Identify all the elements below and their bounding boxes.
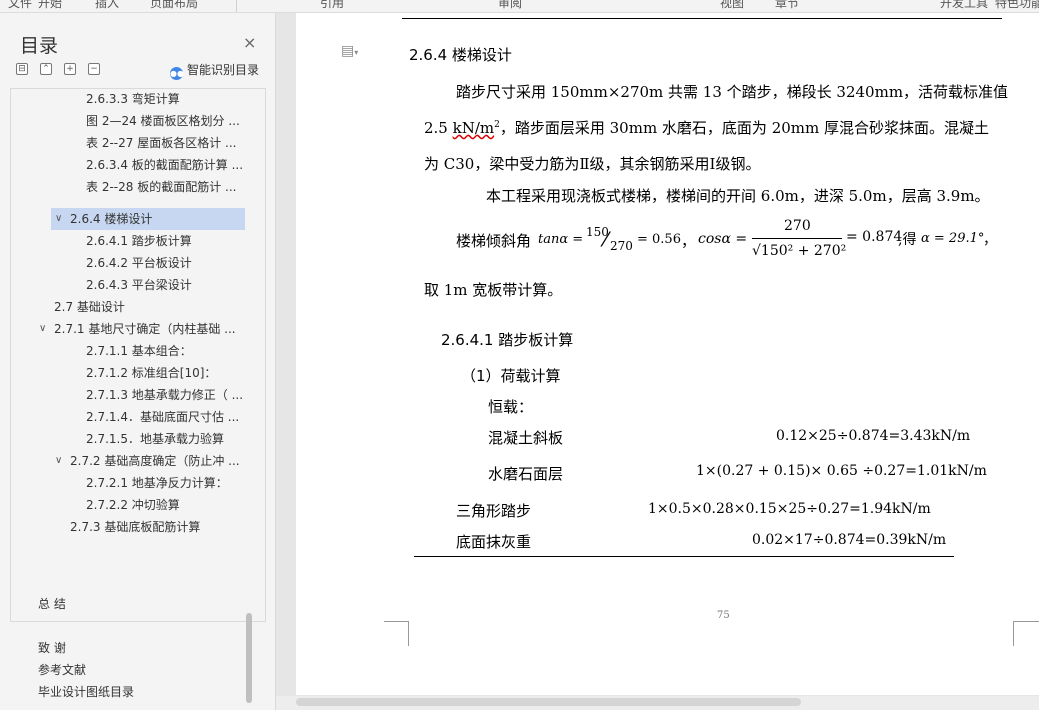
toolbar-item[interactable]: 视图 — [720, 0, 744, 11]
toolbar-item[interactable]: 开始 — [38, 0, 62, 11]
formula-tan: tanα = — [538, 232, 584, 247]
header-rule — [402, 18, 1002, 19]
text-span: 2.5 — [424, 119, 453, 137]
toolbar-item[interactable]: 特色功能 — [995, 0, 1039, 11]
toc-item[interactable]: 参考文献 — [38, 660, 86, 680]
document-icon[interactable]: ▤▾ — [341, 43, 358, 59]
toc-item[interactable]: 2.7.1.5．地基承载力验算 — [86, 429, 224, 449]
paragraph-line: 为 C30，梁中受力筋为Ⅱ级，其余钢筋采用Ⅰ级钢。 — [424, 155, 761, 173]
toc-item[interactable]: 表 2--27 屋面板各区格计 ... — [86, 133, 236, 153]
toc-item[interactable]: 2.7.3 基础底板配筋计算 — [70, 517, 200, 537]
toc-item[interactable]: 2.7.2.1 地基净反力计算： — [86, 473, 228, 493]
load-row-label: 混凝土斜板 — [488, 429, 564, 447]
sidebar-scrollbar[interactable] — [246, 613, 252, 703]
load-row-formula: 0.02×17÷0.874=0.39kN/m — [752, 532, 947, 548]
paragraph-line: 踏步尺寸采用 150mm×270m 共需 13 个踏步，梯段长 3240mm，活… — [456, 83, 1009, 101]
toolbar-item[interactable]: 文件 — [8, 0, 32, 11]
chevron-down-icon[interactable]: ∨ — [55, 451, 62, 471]
document-area: ▤▾ 2.6.4 楼梯设计 踏步尺寸采用 150mm×270m 共需 13 个踏… — [276, 13, 1039, 710]
collapse-all-icon[interactable]: ⊟ — [16, 63, 28, 75]
ai-icon: ●● — [170, 67, 184, 80]
load-row-formula: 0.12×25÷0.874=3.43kN/m — [776, 428, 971, 444]
sub-heading: 2.6.4.1 踏步板计算 — [441, 331, 574, 349]
close-icon[interactable]: × — [243, 33, 256, 52]
formula-cos-result: = 0.874 — [846, 229, 903, 245]
formula-tan-result: = 0.56 — [637, 232, 681, 247]
formula-cos: cosα = — [698, 231, 748, 247]
paragraph-line: 2.5 kN/m2，踏步面层采用 30mm 水磨石，底面为 20mm 厚混合砂浆… — [424, 117, 989, 138]
toolbar-item[interactable]: 页面布局 — [150, 0, 198, 11]
remove-icon[interactable]: − — [88, 63, 100, 75]
toc-item[interactable]: 2.7.1.1 基本组合： — [86, 341, 192, 361]
paragraph-line: 取 1m 宽板带计算。 — [424, 281, 563, 299]
toolbar-item[interactable]: 引用 — [320, 0, 344, 11]
footer-rule — [414, 556, 954, 557]
toolbar-item[interactable]: 审阅 — [498, 0, 522, 11]
toc-tree: 2.6.3.3 弯矩计算 图 2—24 楼面板区格划分 ... 表 2--27 … — [10, 88, 266, 622]
paragraph-line: 本工程采用现浇板式楼梯，楼梯间的开间 6.0m，进深 5.0m，层高 3.9m。 — [486, 187, 990, 205]
text-span: kN/m — [452, 119, 495, 137]
toc-item[interactable]: 2.7.1.3 地基承载力修正（ ... — [86, 385, 243, 405]
formula-comma: ， — [681, 232, 697, 250]
toc-item[interactable]: 2.6.4.3 平台梁设计 — [86, 275, 192, 295]
chevron-up-icon[interactable]: ⌃ — [40, 63, 52, 75]
formula-cos-den: √150² + 270² — [752, 243, 847, 259]
formula-fraction-den: 270 — [610, 239, 633, 253]
section-heading: 2.6.4 楼梯设计 — [409, 46, 512, 64]
toc-item[interactable]: 表 2--28 板的截面配筋计 ... — [86, 177, 236, 197]
ribbon-toolbar: 文件 开始 插入 页面布局 引用 审阅 视图 章节 开发工具 特色功能 — [0, 0, 1039, 13]
toolbar-item[interactable]: 插入 — [95, 0, 119, 11]
toc-item[interactable]: 总 结 — [38, 594, 66, 614]
smart-toc-button[interactable]: ●● 智能识别目录 — [170, 61, 259, 80]
toc-item[interactable]: 图 2—24 楼面板区格划分 ... — [86, 111, 240, 131]
toc-item-label: 2.7.1 基地尺寸确定（内柱基础 ... — [54, 322, 236, 336]
toc-item-label: 2.6.4 楼梯设计 — [70, 212, 153, 226]
toc-item[interactable]: 2.7.2.2 冲切验算 — [86, 495, 180, 515]
formula-comma: ， — [983, 232, 997, 248]
text-span: ，踏步面层采用 30mm 水磨石，底面为 20mm 厚混合砂浆抹面。混凝土 — [499, 119, 990, 137]
smart-toc-label: 智能识别目录 — [187, 63, 260, 77]
load-row-label: 水磨石面层 — [488, 465, 564, 483]
load-row-label: 底面抹灰重 — [456, 533, 532, 551]
toc-item[interactable]: 2.6.3.3 弯矩计算 — [86, 89, 180, 109]
toc-item-selected[interactable]: ∨ 2.6.4 楼梯设计 — [55, 209, 153, 229]
crop-mark — [1013, 621, 1039, 646]
add-icon[interactable]: + — [64, 63, 76, 75]
load-row-formula: 1×(0.27 + 0.15)× 0.65 ÷0.27=1.01kN/m — [696, 463, 987, 479]
scrollbar-thumb[interactable] — [296, 698, 801, 706]
toc-item[interactable]: 2.7.1.2 标准组合[10]： — [86, 363, 216, 383]
toc-item[interactable]: 2.7.1.4．基础底面尺寸估 ... — [86, 407, 239, 427]
toc-item[interactable]: ∨ 2.7.1 基地尺寸确定（内柱基础 ... — [39, 319, 236, 339]
formula-slash: ⁄ — [604, 227, 608, 251]
toc-item[interactable]: 毕业设计图纸目录 — [38, 682, 134, 702]
toc-item[interactable]: 2.7 基础设计 — [54, 297, 125, 317]
formula-prefix: 楼梯倾斜角 — [456, 232, 532, 250]
chevron-down-icon[interactable]: ∨ — [39, 319, 46, 339]
formula-get: ,得 — [898, 232, 917, 248]
dead-load-label: 恒载： — [488, 398, 534, 416]
toc-item[interactable]: ∨ 2.7.2 基础高度确定（防止冲 ... — [55, 451, 240, 471]
load-row-label: 三角形踏步 — [456, 502, 532, 520]
formula-cos-num: 270 — [784, 218, 811, 234]
chevron-down-icon[interactable]: ∨ — [55, 209, 62, 229]
toc-item[interactable]: 致 谢 — [38, 638, 66, 658]
toc-sidebar: 目录 × ⊟ ⌃ + − ●● 智能识别目录 2.6.3.3 弯矩计算 图 2—2… — [0, 13, 276, 710]
toolbar-item[interactable]: 开发工具 — [940, 0, 988, 11]
toolbar-item[interactable]: 章节 — [775, 0, 799, 11]
toc-item-label: 2.7.2 基础高度确定（防止冲 ... — [70, 454, 240, 468]
toc-item[interactable]: 2.6.4.2 平台板设计 — [86, 253, 192, 273]
page-number: 75 — [717, 610, 730, 621]
horizontal-scrollbar[interactable] — [276, 696, 1039, 710]
toc-title: 目录 — [20, 35, 59, 57]
load-heading: （1）荷载计算 — [461, 367, 561, 385]
crop-mark — [384, 621, 409, 646]
load-row-formula: 1×0.5×0.28×0.15×25÷0.27=1.94kN/m — [648, 501, 931, 517]
toc-item[interactable]: 2.6.3.4 板的截面配筋计算 ... — [86, 155, 243, 175]
formula-alpha: α = 29.1° — [921, 231, 985, 246]
toc-item[interactable]: 2.6.4.1 踏步板计算 — [86, 231, 192, 251]
fraction-bar — [752, 238, 842, 239]
toolbar-separator — [236, 0, 237, 12]
document-page[interactable]: ▤▾ 2.6.4 楼梯设计 踏步尺寸采用 150mm×270m 共需 13 个踏… — [296, 13, 1039, 695]
